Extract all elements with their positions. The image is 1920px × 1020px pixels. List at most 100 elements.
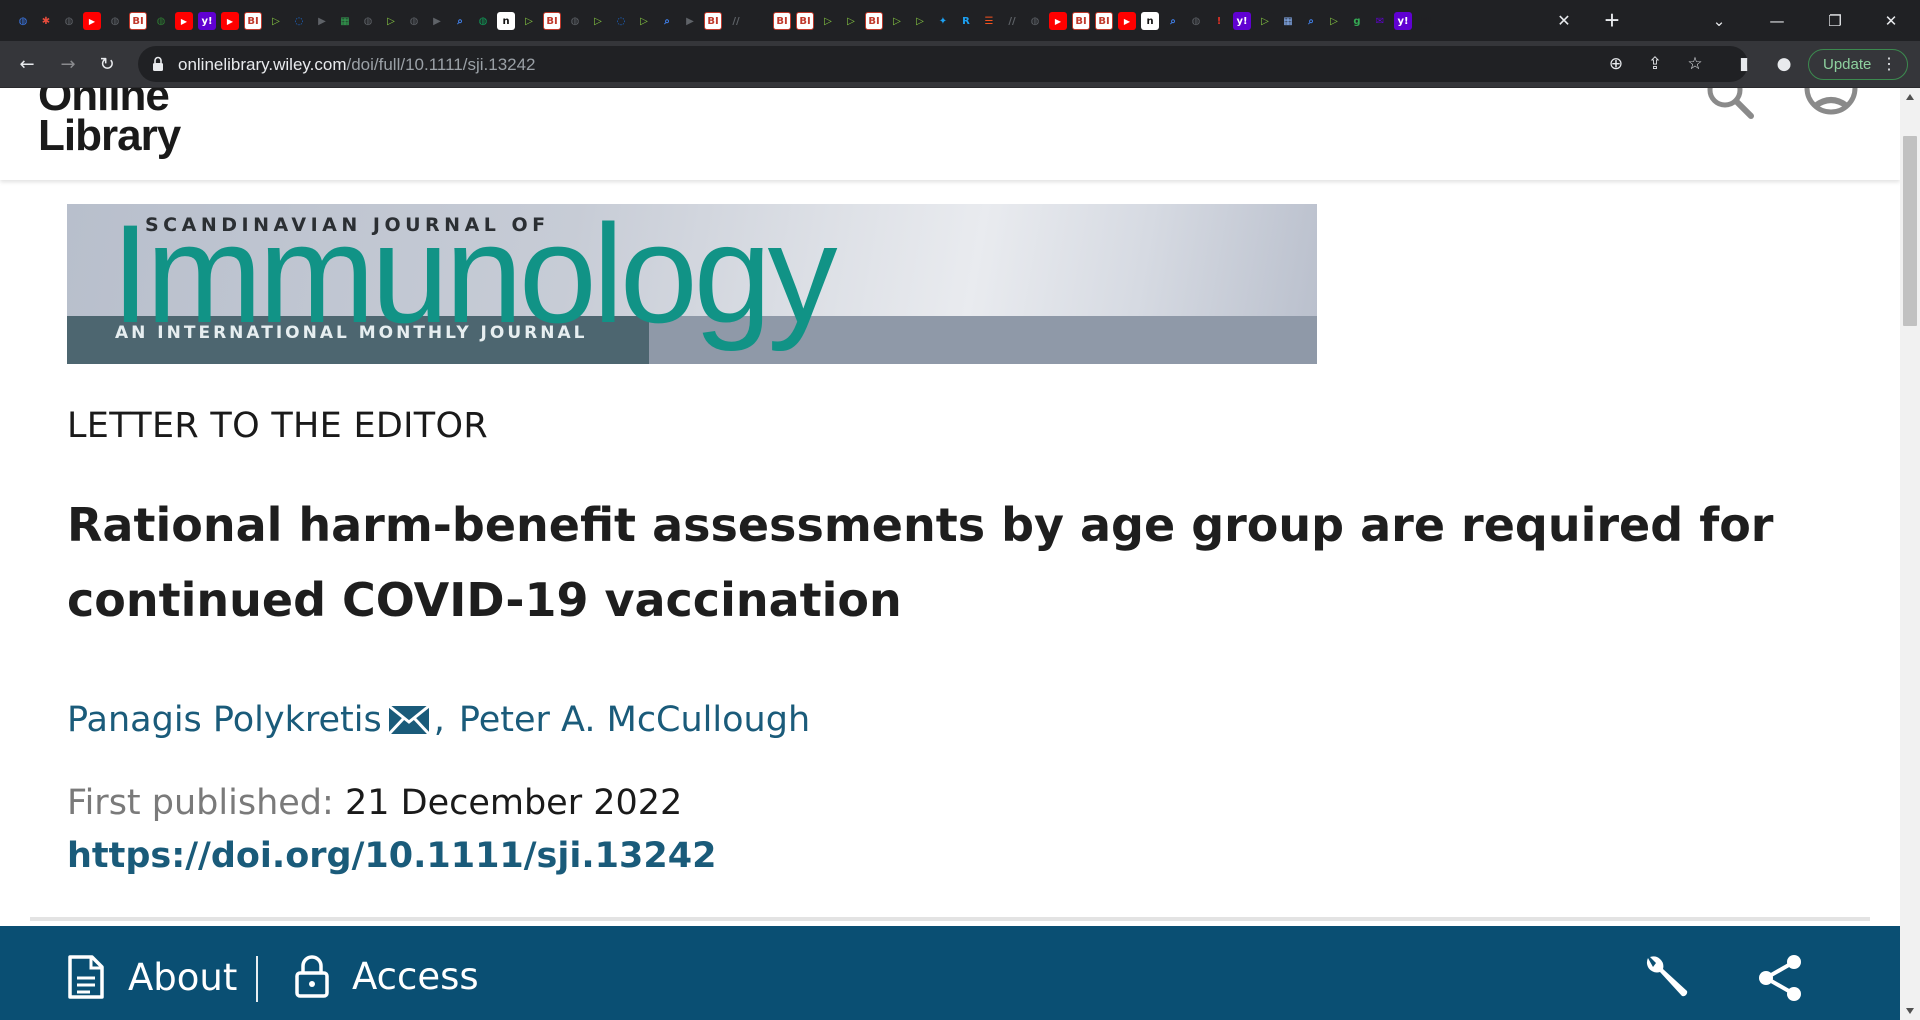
bookmark-star-icon[interactable]: ☆ <box>1683 52 1707 76</box>
rumble-icon[interactable]: ▷ <box>842 12 860 30</box>
page-scrollbar[interactable] <box>1900 88 1920 1020</box>
restore-button[interactable]: ❐ <box>1806 0 1864 41</box>
bi-icon[interactable]: BI <box>1095 12 1113 30</box>
forward-button[interactable]: → <box>53 49 83 79</box>
url-host: onlinelibrary.wiley.com <box>178 55 347 74</box>
journal-banner[interactable]: SCANDINAVIAN JOURNAL OF Immunology AN IN… <box>67 204 1317 364</box>
wiley-online-library-logo[interactable]: Online Library <box>38 88 181 158</box>
menu-dots-icon[interactable]: ⋮ <box>1881 54 1897 74</box>
yahoo-icon[interactable]: y! <box>1394 12 1412 30</box>
globe-icon[interactable]: ◍ <box>60 12 78 30</box>
doi-link[interactable]: https://doi.org/10.1111/sji.13242 <box>67 836 716 876</box>
article-toolbar: About Access <box>0 926 1900 1020</box>
twitter-icon[interactable]: ✦ <box>934 12 952 30</box>
n-icon[interactable]: n <box>1141 12 1159 30</box>
bars-icon[interactable]: ☰ <box>980 12 998 30</box>
reload-button[interactable]: ↻ <box>92 49 122 79</box>
scroll-thumb[interactable] <box>1903 136 1917 326</box>
search-icon[interactable] <box>1705 88 1757 126</box>
user-account-icon[interactable] <box>1803 88 1859 126</box>
globe-icon[interactable]: ◍ <box>359 12 377 30</box>
map-icon[interactable]: ▦ <box>336 12 354 30</box>
bi-icon[interactable]: BI <box>244 12 262 30</box>
search-icon[interactable]: ⌕ <box>658 12 676 30</box>
youtube-icon[interactable]: ▶ <box>1049 12 1067 30</box>
lock-icon[interactable] <box>152 56 164 72</box>
rumble-icon[interactable]: ▷ <box>888 12 906 30</box>
rumble-icon[interactable]: ▷ <box>1325 12 1343 30</box>
share-network-icon[interactable] <box>1754 952 1806 1004</box>
rumble-icon[interactable]: ▷ <box>267 12 285 30</box>
share-icon[interactable]: ⇪ <box>1643 52 1667 76</box>
article-type: LETTER TO THE EDITOR <box>67 406 488 446</box>
bi-icon[interactable]: BI <box>129 12 147 30</box>
ei-icon[interactable]: EI <box>1417 12 1435 30</box>
r-icon[interactable]: R <box>957 12 975 30</box>
bi-icon[interactable]: BI <box>865 12 883 30</box>
wrench-tools-icon[interactable] <box>1640 952 1692 1004</box>
email-icon[interactable] <box>387 705 430 735</box>
globe-icon[interactable]: ◌ <box>612 12 630 30</box>
page-icon[interactable]: ▶ <box>681 12 699 30</box>
youtube-icon[interactable]: ▶ <box>1118 12 1136 30</box>
author-link-1[interactable]: Panagis Polykretis <box>67 700 382 740</box>
globe-icon[interactable]: ◍ <box>405 12 423 30</box>
bi-icon[interactable]: BI <box>773 12 791 30</box>
bi-icon[interactable]: BI <box>543 12 561 30</box>
globe-icon[interactable]: ◍ <box>14 12 32 30</box>
page-icon[interactable]: // <box>727 12 745 30</box>
back-button[interactable]: ← <box>12 49 42 79</box>
zoom-icon[interactable]: ⊕ <box>1604 52 1628 76</box>
map-icon[interactable]: ▦ <box>1279 12 1297 30</box>
side-panel-icon[interactable]: ▮ <box>1730 50 1758 78</box>
globe-icon[interactable]: ◍ <box>474 12 492 30</box>
globe-icon[interactable]: ◍ <box>1026 12 1044 30</box>
rumble-icon[interactable]: ▷ <box>382 12 400 30</box>
search-icon[interactable]: ⌕ <box>1302 12 1320 30</box>
url-text[interactable]: onlinelibrary.wiley.com/doi/full/10.1111… <box>178 55 536 75</box>
about-tab[interactable]: About <box>66 954 237 1000</box>
update-button[interactable]: Update ⋮ <box>1808 49 1908 80</box>
yahoo-icon[interactable]: y! <box>198 12 216 30</box>
alert-icon[interactable]: ! <box>1210 12 1228 30</box>
g-icon[interactable]: g <box>1348 12 1366 30</box>
author-link-2[interactable]: Peter A. McCullough <box>459 700 810 740</box>
rumble-icon[interactable]: ▷ <box>520 12 538 30</box>
minimize-button[interactable]: — <box>1748 0 1806 41</box>
search-icon[interactable]: ⌕ <box>1164 12 1182 30</box>
youtube-icon[interactable]: ▶ <box>83 12 101 30</box>
tab-search-chevron-icon[interactable]: ⌄ <box>1690 0 1748 41</box>
search-icon[interactable]: ⌕ <box>451 12 469 30</box>
globe-icon[interactable]: ◍ <box>566 12 584 30</box>
globe-icon[interactable]: ◍ <box>106 12 124 30</box>
bi-icon[interactable]: BI <box>796 12 814 30</box>
globe-icon[interactable]: ◍ <box>1187 12 1205 30</box>
n-icon[interactable]: n <box>497 12 515 30</box>
rumble-icon[interactable]: ▷ <box>911 12 929 30</box>
bi-icon[interactable]: BI <box>1072 12 1090 30</box>
globe-icon[interactable]: ◍ <box>152 12 170 30</box>
rumble-icon[interactable]: ▷ <box>635 12 653 30</box>
close-window-button[interactable]: ✕ <box>1862 0 1920 41</box>
mail-icon[interactable]: ✉ <box>1371 12 1389 30</box>
yahoo-icon[interactable]: y! <box>1233 12 1251 30</box>
rumble-icon[interactable]: ▷ <box>1256 12 1274 30</box>
page-icon[interactable]: · <box>750 12 768 30</box>
globe-icon[interactable]: ◌ <box>290 12 308 30</box>
youtube-icon[interactable]: ▶ <box>221 12 239 30</box>
scroll-down-arrow-icon[interactable] <box>1906 1008 1914 1014</box>
new-tab-button[interactable]: + <box>1598 6 1626 34</box>
page-icon[interactable]: // <box>1003 12 1021 30</box>
close-tab-icon[interactable]: ✕ <box>1552 9 1576 33</box>
page-icon[interactable]: ▶ <box>428 12 446 30</box>
bi-icon[interactable]: BI <box>704 12 722 30</box>
access-tab[interactable]: Access <box>294 954 479 998</box>
page-icon[interactable]: ▶ <box>313 12 331 30</box>
bug-icon[interactable]: ✱ <box>37 12 55 30</box>
scroll-up-arrow-icon[interactable] <box>1906 94 1914 100</box>
rumble-icon[interactable]: ▷ <box>589 12 607 30</box>
profile-icon[interactable]: ● <box>1770 50 1798 78</box>
youtube-icon[interactable]: ▶ <box>175 12 193 30</box>
rumble-icon[interactable]: ▷ <box>819 12 837 30</box>
address-bar[interactable]: onlinelibrary.wiley.com/doi/full/10.1111… <box>138 46 1748 82</box>
